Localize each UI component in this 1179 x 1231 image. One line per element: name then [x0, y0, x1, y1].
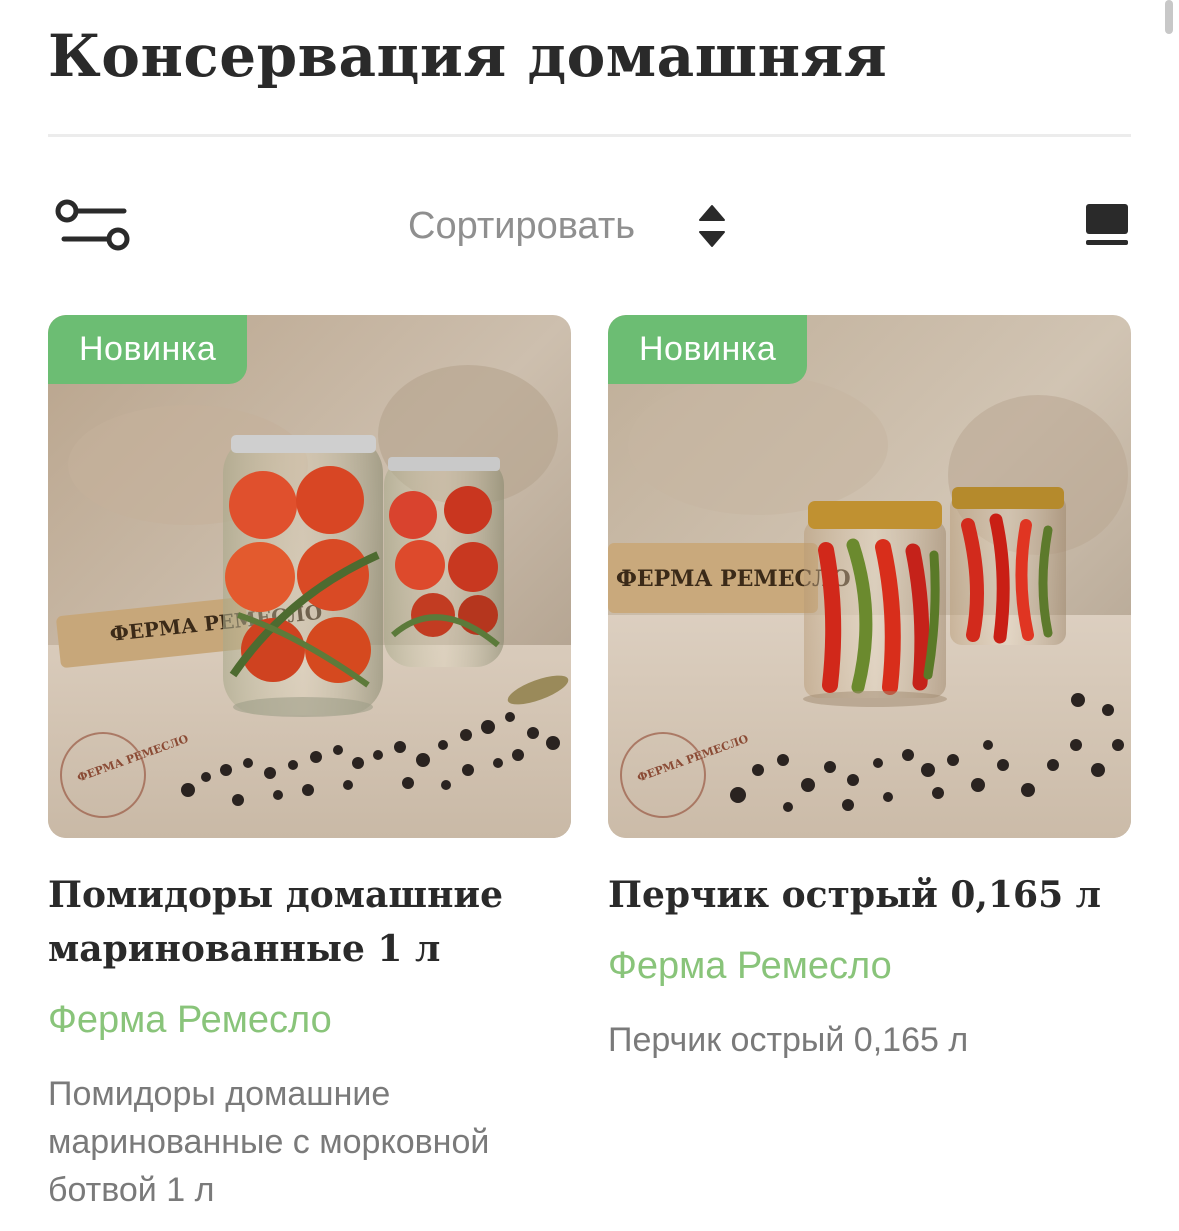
- product-name[interactable]: Помидоры домашние маринованные 1 л: [48, 868, 571, 976]
- grid-view-icon: [1086, 204, 1128, 245]
- vendor-link[interactable]: Ферма Ремесло: [48, 996, 571, 1044]
- pepper-jar-photo: ФЕРМА РЕМЕСЛО ФЕРМА РЕМЕСЛО: [608, 315, 1131, 838]
- new-badge: Новинка: [608, 315, 808, 384]
- product-card[interactable]: ФЕРМА РЕМЕСЛО: [608, 315, 1131, 1064]
- filter-button[interactable]: [54, 195, 130, 255]
- product-name[interactable]: Перчик острый 0,165 л: [608, 868, 1131, 922]
- title-divider: [48, 134, 1131, 137]
- page-scrollbar[interactable]: [1165, 0, 1173, 34]
- product-description: Перчик острый 0,165 л: [608, 1021, 969, 1059]
- product-image[interactable]: ФЕРМА РЕМЕСЛО ФЕРМА РЕМЕСЛО Новинка: [48, 315, 571, 838]
- vendor-link[interactable]: Ферма Ремесло: [608, 942, 1131, 990]
- filter-sliders-icon: [55, 199, 130, 251]
- sort-up-down-icon: [699, 205, 726, 247]
- catalog-toolbar: Сортировать: [0, 190, 1179, 260]
- product-image[interactable]: ФЕРМА РЕМЕСЛО ФЕРМА РЕМЕСЛО Новинка: [608, 315, 1131, 838]
- view-toggle-button[interactable]: [1084, 202, 1130, 248]
- sort-button[interactable]: Сортировать: [408, 198, 727, 254]
- product-description: Помидоры домашние маринованные с морковн…: [48, 1075, 490, 1209]
- page-title: Консервация домашняя: [48, 22, 888, 90]
- tomato-jar-photo: ФЕРМА РЕМЕСЛО ФЕРМА РЕМЕСЛО: [48, 315, 571, 838]
- product-card[interactable]: ФЕРМА РЕМЕСЛО: [48, 315, 571, 1214]
- new-badge: Новинка: [48, 315, 248, 384]
- sort-label: Сортировать: [408, 204, 636, 247]
